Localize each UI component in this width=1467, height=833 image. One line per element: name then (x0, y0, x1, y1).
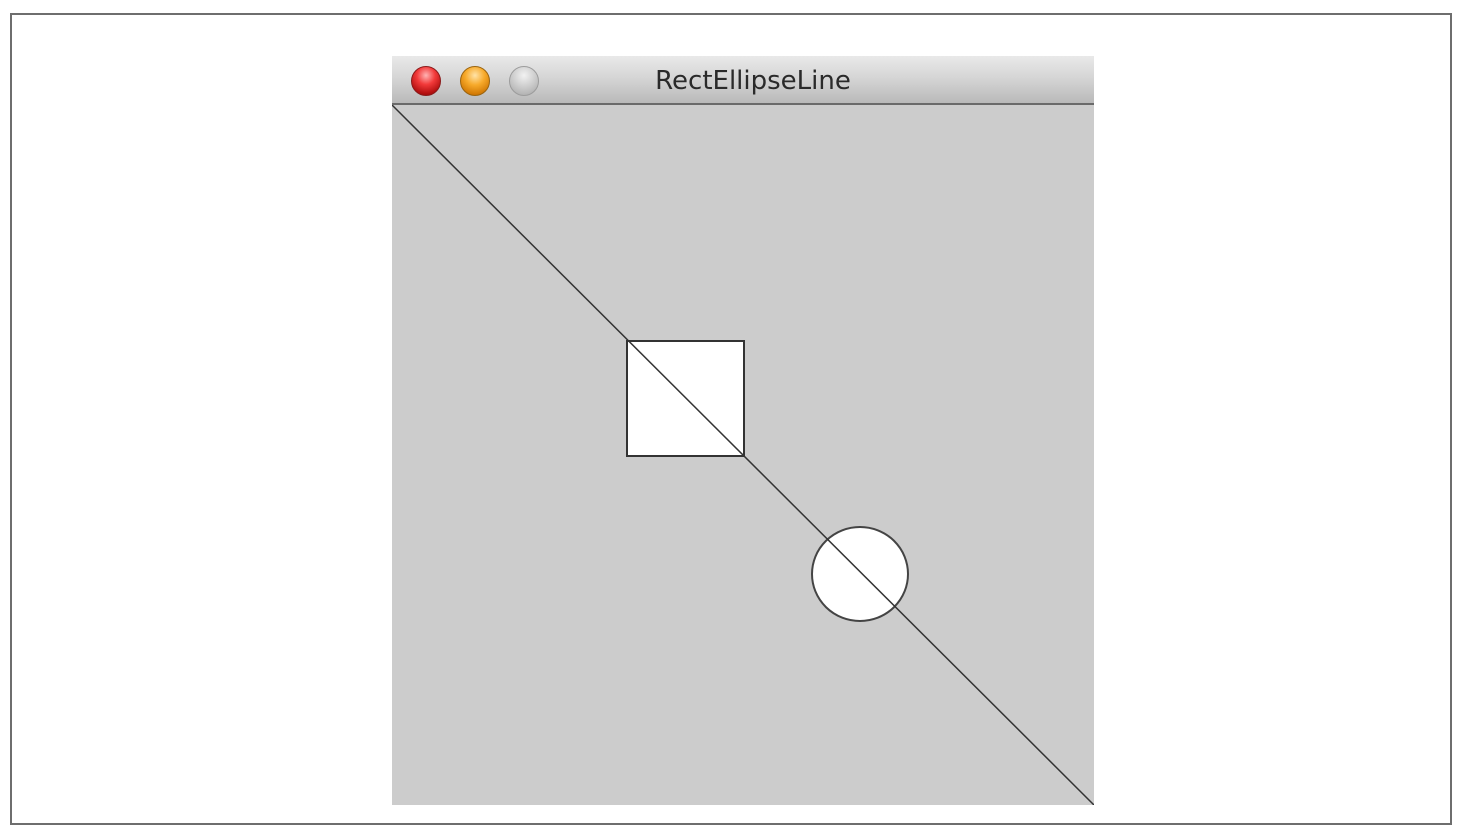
window-title: RectEllipseLine (655, 66, 851, 96)
app-window: RectEllipseLine (392, 56, 1094, 805)
white-circle (811, 526, 909, 622)
screenshot-frame: RectEllipseLine (10, 13, 1452, 825)
title-bar[interactable]: RectEllipseLine (392, 56, 1094, 105)
drawing-canvas[interactable] (392, 105, 1094, 805)
